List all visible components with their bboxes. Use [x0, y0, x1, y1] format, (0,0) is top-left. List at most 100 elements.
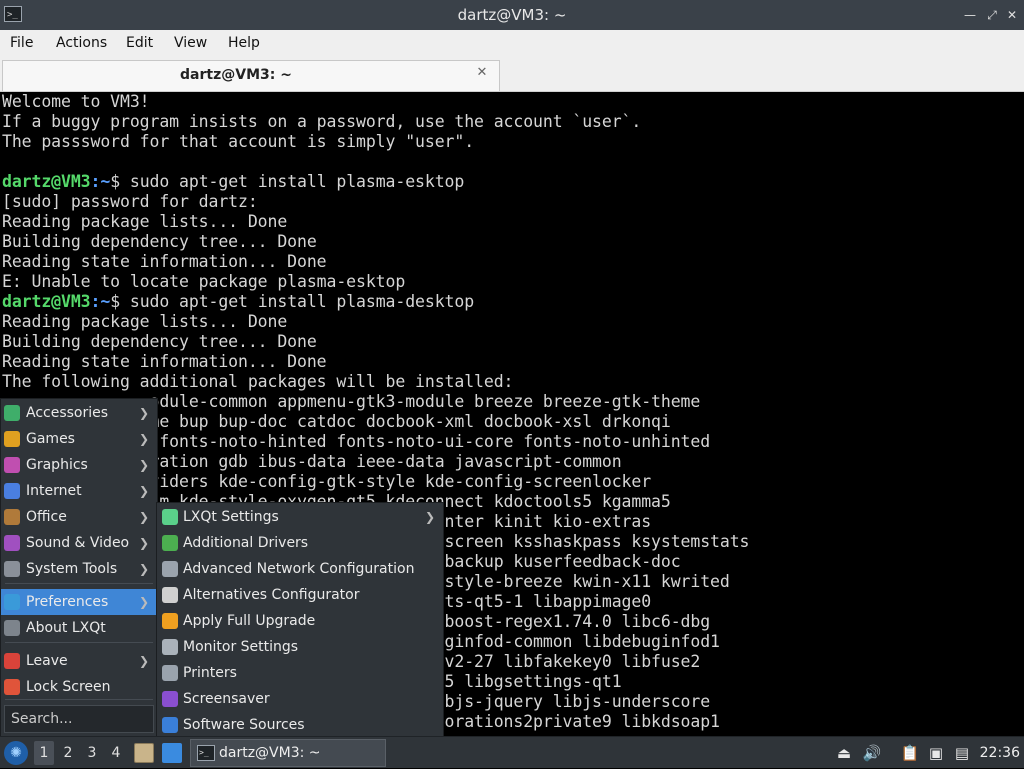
upgrade-icon: [162, 613, 178, 629]
menu-file[interactable]: File: [9, 30, 34, 58]
menu-item-accessories[interactable]: Accessories ❯: [1, 400, 157, 426]
network-monitor-icon[interactable]: ▣: [926, 743, 946, 763]
menu-view[interactable]: View: [173, 30, 208, 58]
submenu-item-advanced-network-configuration[interactable]: Advanced Network Configuration: [157, 556, 443, 582]
preferences-submenu: LXQt Settings ❯ Additional Drivers Advanced…: [156, 502, 444, 738]
submenu-item-software-sources[interactable]: Software Sources: [157, 712, 443, 738]
screensaver-icon: [162, 691, 178, 707]
submenu-item-monitor-settings[interactable]: Monitor Settings: [157, 634, 443, 660]
submenu-item-screensaver[interactable]: Screensaver: [157, 686, 443, 712]
close-icon[interactable]: ✕: [1004, 7, 1020, 23]
workspace-3[interactable]: 3: [82, 741, 102, 765]
chevron-right-icon: ❯: [138, 484, 149, 498]
close-icon[interactable]: ✕: [475, 66, 489, 80]
submenu-item-label: Printers: [183, 665, 237, 681]
menu-item-lock-screen[interactable]: Lock Screen: [1, 674, 157, 700]
updates-icon[interactable]: ▤: [952, 743, 972, 763]
about-icon: [4, 620, 20, 636]
maximize-icon[interactable]: ⤢: [984, 7, 1000, 23]
menu-item-office[interactable]: Office ❯: [1, 504, 157, 530]
menu-item-games[interactable]: Games ❯: [1, 426, 157, 452]
preferences-icon: [4, 594, 20, 610]
tab-terminal[interactable]: dartz@VM3: ~ ✕: [2, 60, 500, 91]
terminal-icon: >_: [197, 745, 215, 761]
menu-separator: [5, 642, 153, 643]
terminal-line: Building dependency tree... Done: [2, 232, 317, 251]
monitor-icon: [162, 639, 178, 655]
menu-item-sound-video[interactable]: Sound & Video ❯: [1, 530, 157, 556]
clock[interactable]: 22:36: [980, 737, 1020, 769]
submenu-item-label: Apply Full Upgrade: [183, 613, 316, 629]
printer-icon: [162, 665, 178, 681]
chevron-right-icon: ❯: [138, 562, 149, 576]
chevron-right-icon: ❯: [138, 595, 149, 609]
menu-item-label: About LXQt: [26, 620, 106, 636]
menu-search-input[interactable]: Search...: [4, 705, 154, 733]
chevron-right-icon: ❯: [138, 510, 149, 524]
submenu-item-additional-drivers[interactable]: Additional Drivers: [157, 530, 443, 556]
chevron-right-icon: ❯: [138, 432, 149, 446]
submenu-item-label: Monitor Settings: [183, 639, 299, 655]
menu-item-label: Lock Screen: [26, 679, 111, 695]
menu-item-label: System Tools: [26, 561, 118, 577]
submenu-item-lxqt-settings[interactable]: LXQt Settings ❯: [157, 504, 443, 530]
terminal-line: Reading package lists... Done: [2, 312, 288, 331]
terminal-line: Building dependency tree... Done: [2, 332, 317, 351]
system-tools-icon: [4, 561, 20, 577]
task-label: dartz@VM3: ~: [219, 745, 321, 761]
network-icon: [162, 561, 178, 577]
file-manager-icon[interactable]: [134, 743, 154, 763]
clipboard-icon[interactable]: 📋: [900, 743, 920, 763]
alternatives-icon: [162, 587, 178, 603]
menu-help[interactable]: Help: [227, 30, 261, 58]
app-menu-button[interactable]: ✺: [4, 741, 28, 765]
submenu-item-label: Additional Drivers: [183, 535, 309, 551]
minimize-icon[interactable]: —: [962, 7, 978, 23]
taskbar-task-terminal[interactable]: >_ dartz@VM3: ~: [190, 739, 386, 767]
window-titlebar[interactable]: >_ dartz@VM3: ~ — ⤢ ✕: [0, 0, 1024, 30]
application-menu: Search... Accessories ❯ Games ❯ Graphics ❯ Int…: [0, 398, 158, 738]
leave-icon: [4, 653, 20, 669]
tab-label: dartz@VM3: ~: [180, 67, 292, 83]
workspace-1[interactable]: 1: [34, 741, 54, 765]
games-icon: [4, 431, 20, 447]
workspace-4[interactable]: 4: [106, 741, 126, 765]
terminal-line: The following additional packages will b…: [2, 372, 514, 391]
menu-edit[interactable]: Edit: [125, 30, 154, 58]
menu-item-about-lxqt[interactable]: About LXQt: [1, 615, 157, 641]
menu-item-label: Preferences: [26, 594, 109, 610]
menu-item-graphics[interactable]: Graphics ❯: [1, 452, 157, 478]
menu-item-internet[interactable]: Internet ❯: [1, 478, 157, 504]
terminal-line: Reading state information... Done: [2, 352, 327, 371]
menu-item-label: Accessories: [26, 405, 109, 421]
chevron-right-icon: ❯: [138, 654, 149, 668]
terminal-line: The passsword for that account is simply…: [2, 132, 475, 151]
prompt-path: :~: [90, 172, 111, 191]
prompt-path: :~: [90, 292, 111, 311]
prompt-user: dartz@VM3: [2, 292, 91, 311]
workspace-2[interactable]: 2: [58, 741, 78, 765]
removable-media-icon[interactable]: ⏏: [834, 743, 854, 763]
submenu-item-apply-full-upgrade[interactable]: Apply Full Upgrade: [157, 608, 443, 634]
menu-item-label: Internet: [26, 483, 82, 499]
menu-item-label: Office: [26, 509, 67, 525]
submenu-item-label: Alternatives Configurator: [183, 587, 360, 603]
submenu-item-alternatives-configurator[interactable]: Alternatives Configurator: [157, 582, 443, 608]
office-icon: [4, 509, 20, 525]
submenu-item-label: Software Sources: [183, 717, 305, 733]
terminal-line: E: Unable to locate package plasma-eskto…: [2, 272, 406, 291]
submenu-item-printers[interactable]: Printers: [157, 660, 443, 686]
software-sources-icon: [162, 717, 178, 733]
chevron-right-icon: ❯: [138, 406, 149, 420]
terminal-line: dartz@VM3:~$ sudo apt-get install plasma…: [2, 292, 474, 312]
taskbar: ✺ 1 2 3 4 >_ dartz@VM3: ~ ⏏ 🔊 📋 ▣ ▤ 22:3…: [0, 736, 1024, 768]
menu-item-leave[interactable]: Leave ❯: [1, 648, 157, 674]
menu-item-system-tools[interactable]: System Tools ❯: [1, 556, 157, 582]
show-desktop-icon[interactable]: [162, 743, 182, 763]
terminal-line: dartz@VM3:~$ sudo apt-get install plasma…: [2, 172, 464, 192]
menu-actions[interactable]: Actions: [55, 30, 108, 58]
volume-icon[interactable]: 🔊: [862, 743, 882, 763]
menu-item-preferences[interactable]: Preferences ❯: [1, 589, 157, 615]
multimedia-icon: [4, 535, 20, 551]
submenu-item-label: Screensaver: [183, 691, 270, 707]
